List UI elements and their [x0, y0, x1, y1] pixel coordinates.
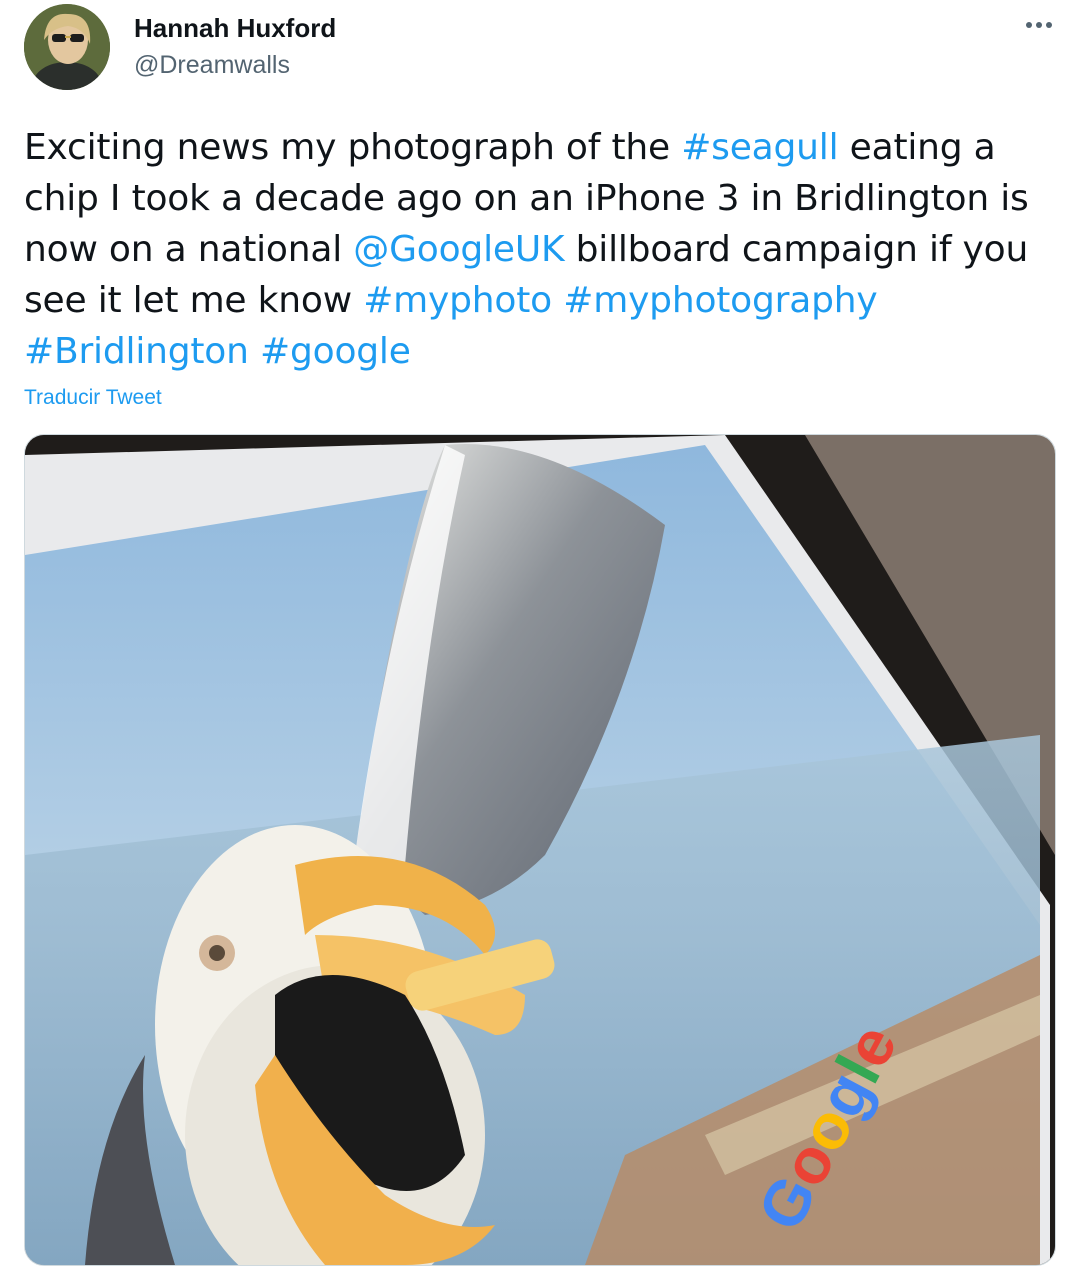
tweet-text-segment: Exciting news my photograph of the	[24, 127, 682, 168]
author-name[interactable]: Hannah Huxford	[134, 12, 336, 44]
translate-tweet-link[interactable]: Traducir Tweet	[24, 384, 162, 412]
tweet-photo[interactable]: Google	[24, 434, 1056, 1266]
hashtag-myphotography-link[interactable]: #myphotography	[563, 280, 877, 321]
tweet-text-segment	[552, 280, 563, 321]
hashtag-seagull-link[interactable]: #seagull	[681, 127, 838, 168]
user-avatar-icon	[24, 4, 110, 90]
tweet-text-segment	[249, 331, 260, 372]
mention-googleuk-link[interactable]: @GoogleUK	[353, 229, 564, 270]
tweet-text: Exciting news my photograph of the #seag…	[24, 122, 1064, 377]
more-options-button[interactable]	[1018, 8, 1060, 42]
more-horizontal-icon	[1024, 22, 1054, 28]
seagull-billboard-photo: Google	[25, 435, 1055, 1265]
hashtag-bridlington-link[interactable]: #Bridlington	[24, 331, 249, 372]
author-handle[interactable]: @Dreamwalls	[134, 50, 290, 80]
author-avatar[interactable]	[24, 4, 110, 90]
hashtag-myphoto-link[interactable]: #myphoto	[363, 280, 552, 321]
tweet: Hannah Huxford @Dreamwalls Exciting news…	[0, 0, 1080, 1266]
hashtag-google-link[interactable]: #google	[260, 331, 411, 372]
